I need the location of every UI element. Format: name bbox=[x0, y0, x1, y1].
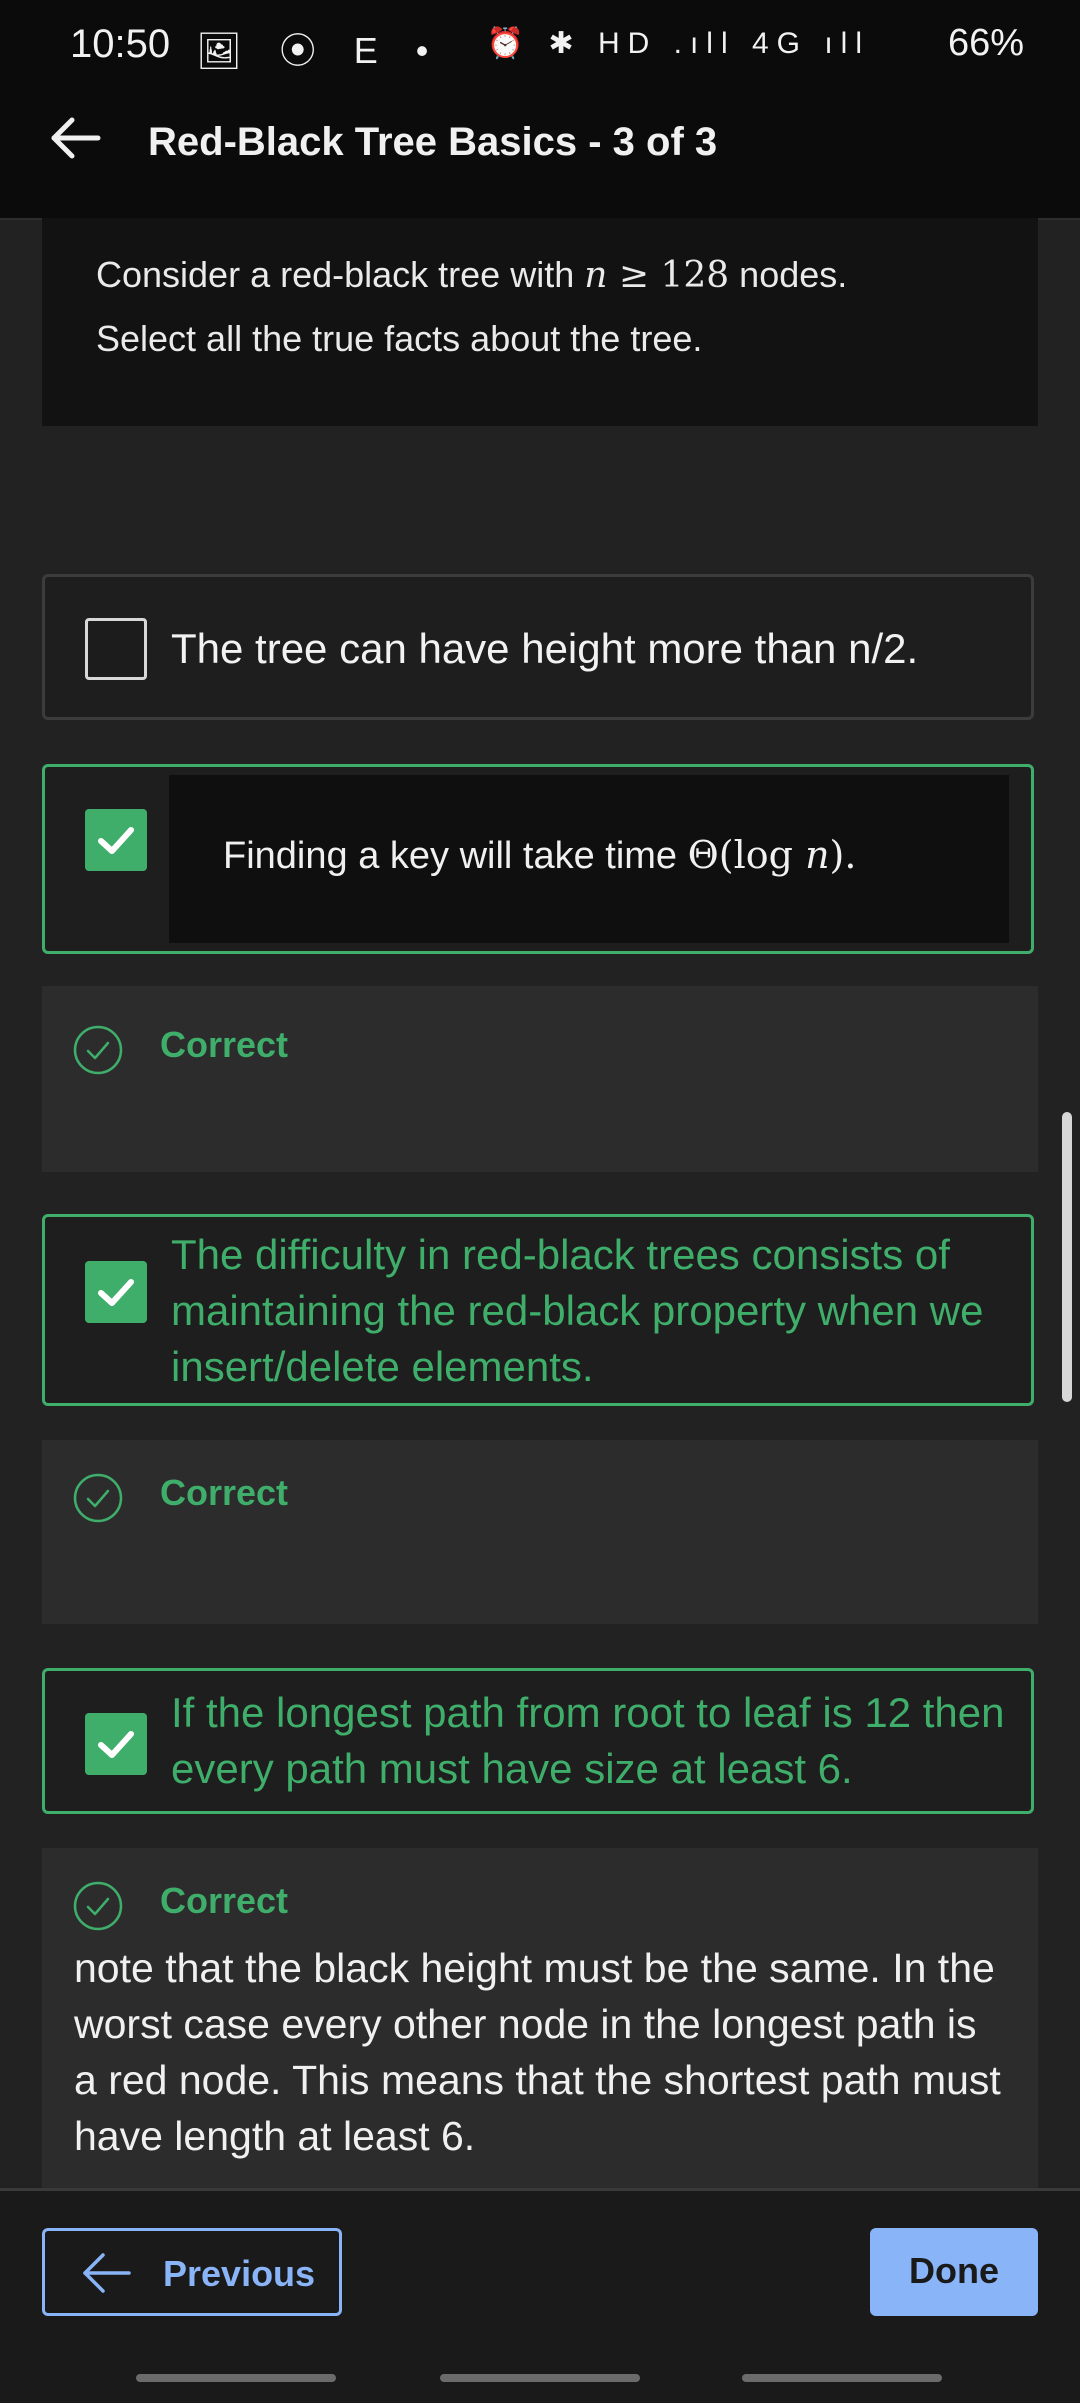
status-time: 10:50 bbox=[70, 22, 171, 66]
option-2-text: Finding a key will take time Θ(log n). bbox=[223, 833, 857, 877]
question-line-2: Select all the true facts about the tree… bbox=[96, 318, 703, 359]
done-label: Done bbox=[909, 2250, 999, 2291]
feedback-panel-2: Correct bbox=[42, 1440, 1038, 1624]
nav-gesture-back[interactable] bbox=[742, 2374, 942, 2382]
feedback-label: Correct bbox=[160, 1024, 289, 1065]
status-system-icons: ⏰ ✱ HD .ıll 4G ıll bbox=[486, 27, 870, 60]
option-3[interactable]: The difficulty in red-black trees consis… bbox=[42, 1214, 1034, 1406]
option-4-text: If the longest path from root to leaf is… bbox=[171, 1689, 1005, 1792]
back-button[interactable] bbox=[46, 108, 106, 168]
battery-level: 66% bbox=[947, 22, 1024, 64]
checkbox-checked[interactable] bbox=[85, 1713, 147, 1775]
question-panel: Consider a red-black tree with n ≥ 128 n… bbox=[42, 218, 1038, 426]
feedback-label: Correct bbox=[160, 1880, 289, 1921]
status-notification-icons: 🖼 ⦿ E • bbox=[196, 30, 443, 71]
option-1[interactable]: The tree can have height more than n/2. bbox=[42, 574, 1034, 720]
back-arrow-icon bbox=[51, 117, 101, 159]
previous-label: Previous bbox=[163, 2253, 316, 2294]
checkmark-icon bbox=[98, 1279, 134, 1306]
nav-gesture-home[interactable] bbox=[440, 2374, 640, 2382]
option-2-content: Finding a key will take time Θ(log n). bbox=[169, 775, 1009, 943]
feedback-panel-1: Correct bbox=[42, 986, 1038, 1172]
feedback-explanation: note that the black height must be the s… bbox=[74, 1945, 1001, 2159]
scrollbar-thumb[interactable] bbox=[1062, 1112, 1072, 1402]
option-1-text: The tree can have height more than n/2. bbox=[171, 625, 919, 672]
checkmark-icon bbox=[98, 827, 134, 854]
check-circle-icon bbox=[73, 1881, 123, 1931]
done-button[interactable]: Done bbox=[870, 2228, 1038, 2316]
feedback-label: Correct bbox=[160, 1472, 289, 1513]
checkbox-checked[interactable] bbox=[85, 809, 147, 871]
check-circle-icon bbox=[73, 1025, 123, 1075]
previous-button[interactable]: Previous bbox=[42, 2228, 342, 2316]
feedback-panel-3: Correct note that the black height must … bbox=[42, 1848, 1038, 2188]
question-line-1: Consider a red-black tree with n ≥ 128 n… bbox=[96, 254, 848, 296]
page-title: Red-Black Tree Basics - 3 of 3 bbox=[148, 120, 718, 164]
checkbox-checked[interactable] bbox=[85, 1261, 147, 1323]
nav-gesture-recents[interactable] bbox=[136, 2374, 336, 2382]
checkmark-icon bbox=[98, 1731, 134, 1758]
option-2[interactable]: Finding a key will take time Θ(log n). bbox=[42, 764, 1034, 954]
checkbox-unchecked[interactable] bbox=[85, 618, 147, 680]
check-circle-icon bbox=[73, 1473, 123, 1523]
arrow-left-icon bbox=[83, 2253, 131, 2293]
option-3-text: The difficulty in red-black trees consis… bbox=[171, 1231, 984, 1390]
option-4[interactable]: If the longest path from root to leaf is… bbox=[42, 1668, 1034, 1814]
